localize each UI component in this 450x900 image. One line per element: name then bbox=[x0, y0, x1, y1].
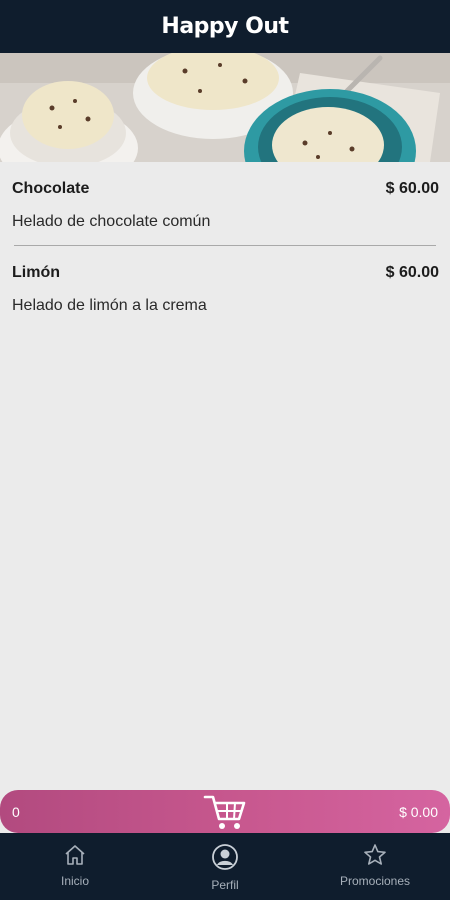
home-icon bbox=[63, 843, 87, 872]
cart-icon[interactable] bbox=[203, 793, 247, 836]
nav-label: Inicio bbox=[60, 874, 89, 888]
star-icon bbox=[363, 843, 387, 872]
cart-item-count: 0 bbox=[12, 804, 20, 820]
hero-image bbox=[0, 53, 450, 162]
product-price: $ 60.00 bbox=[385, 264, 439, 281]
product-item[interactable]: Limón $ 60.00 Helado de limón a la crema bbox=[0, 246, 450, 330]
product-name: Limón bbox=[12, 264, 60, 281]
product-item[interactable]: Chocolate $ 60.00 Helado de chocolate co… bbox=[0, 162, 450, 246]
cart-total: $ 0.00 bbox=[399, 804, 438, 820]
nav-item-perfil[interactable]: Perfil bbox=[165, 833, 285, 900]
nav-item-promociones[interactable]: Promociones bbox=[315, 833, 435, 900]
product-description: Helado de chocolate común bbox=[12, 213, 211, 230]
product-price: $ 60.00 bbox=[385, 180, 439, 197]
nav-item-inicio[interactable]: Inicio bbox=[15, 833, 135, 900]
product-name: Chocolate bbox=[12, 180, 90, 197]
app-header: Happy Out bbox=[0, 0, 450, 53]
bottom-nav: Inicio Perfil Promociones bbox=[0, 833, 450, 900]
nav-label: Perfil bbox=[211, 878, 239, 892]
product-list: Chocolate $ 60.00 Helado de chocolate co… bbox=[0, 162, 450, 330]
product-description: Helado de limón a la crema bbox=[12, 297, 207, 314]
nav-label: Promociones bbox=[339, 874, 411, 888]
ice-cream-photo bbox=[0, 53, 450, 162]
cart-bar[interactable]: 0 $ 0.00 bbox=[0, 790, 450, 833]
brand-name: Happy Out bbox=[161, 14, 289, 39]
brand-logo: Happy Out bbox=[161, 14, 289, 39]
user-icon bbox=[211, 843, 239, 876]
